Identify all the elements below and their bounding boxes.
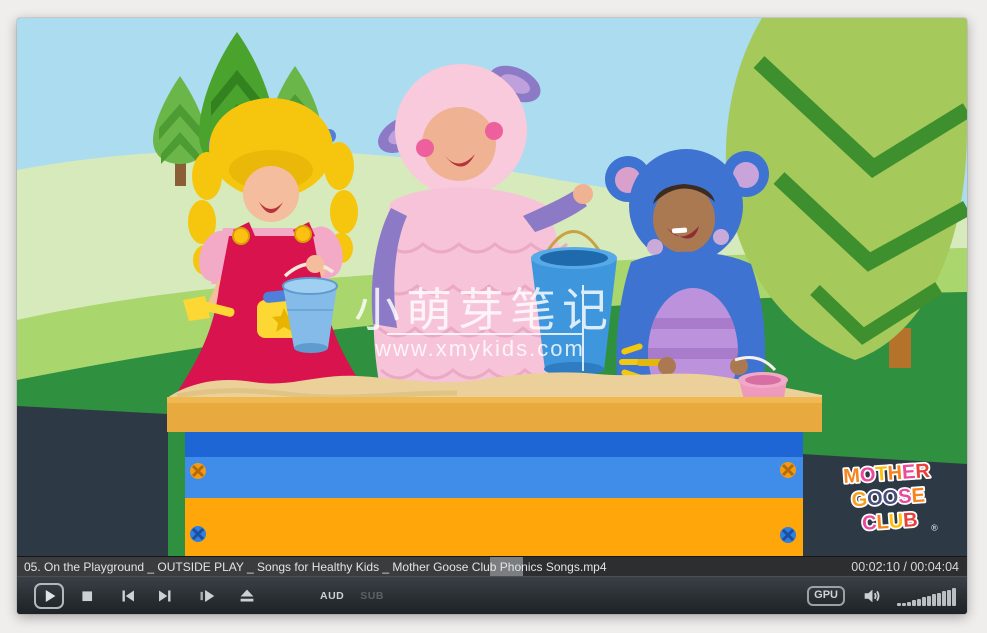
frame-step-icon	[195, 585, 217, 607]
registered-mark: ®	[931, 523, 939, 533]
control-bar: AUD SUB GPU	[17, 576, 967, 614]
subtitle-label[interactable]: SUB	[360, 590, 384, 602]
stage-corner-left	[17, 406, 168, 556]
volume-bar[interactable]	[917, 599, 921, 606]
volume-bar[interactable]	[937, 593, 941, 606]
girl-face	[243, 166, 299, 222]
volume-bar[interactable]	[922, 597, 926, 606]
volume-bar[interactable]	[902, 603, 906, 606]
audio-track-label[interactable]: AUD	[320, 590, 344, 602]
filename-text: 05. On the Playground _ OUTSIDE PLAY _ S…	[17, 560, 851, 574]
stop-button[interactable]	[76, 585, 98, 607]
volume-slider[interactable]	[897, 586, 957, 606]
logo-line: CLUB	[861, 509, 918, 535]
watermark-title: 小萌芽笔记	[354, 284, 614, 336]
next-button[interactable]	[154, 585, 176, 607]
volume-bar[interactable]	[907, 602, 911, 606]
speaker-icon	[861, 585, 883, 607]
volume-bar[interactable]	[927, 596, 931, 606]
open-file-button[interactable]	[236, 585, 258, 607]
volume-bar[interactable]	[942, 591, 946, 606]
video-scene: MOTHERGOOSECLUB® 小萌芽笔记 www.xmykids.com	[17, 18, 967, 556]
skip-back-icon	[117, 585, 139, 607]
watermark-url: www.xmykids.com	[374, 336, 585, 361]
mute-button[interactable]	[861, 585, 883, 607]
volume-bar[interactable]	[952, 588, 956, 606]
volume-bar[interactable]	[932, 594, 936, 606]
seek-titlebar[interactable]: 05. On the Playground _ OUTSIDE PLAY _ S…	[17, 556, 967, 576]
sandbox	[167, 397, 822, 556]
screw	[190, 526, 206, 542]
previous-button[interactable]	[117, 585, 139, 607]
eject-icon	[236, 585, 258, 607]
screw	[780, 462, 796, 478]
gpu-indicator[interactable]: GPU	[807, 586, 845, 606]
screw	[780, 527, 796, 543]
media-player-window: MOTHERGOOSECLUB® 小萌芽笔记 www.xmykids.com 0…	[17, 18, 967, 614]
watermark: 小萌芽笔记 www.xmykids.com	[354, 284, 614, 371]
play-button[interactable]	[34, 583, 64, 609]
play-icon	[38, 585, 60, 607]
stop-icon	[76, 585, 98, 607]
frame-step-button[interactable]	[195, 585, 217, 607]
volume-bar[interactable]	[947, 590, 951, 606]
video-area[interactable]: MOTHERGOOSECLUB® 小萌芽笔记 www.xmykids.com	[17, 18, 967, 556]
volume-bar[interactable]	[912, 600, 916, 606]
screw	[190, 463, 206, 479]
time-display: 00:02:10 / 00:04:04	[851, 560, 967, 574]
skip-forward-icon	[154, 585, 176, 607]
sheep-face	[422, 107, 496, 181]
volume-bar[interactable]	[897, 603, 901, 606]
